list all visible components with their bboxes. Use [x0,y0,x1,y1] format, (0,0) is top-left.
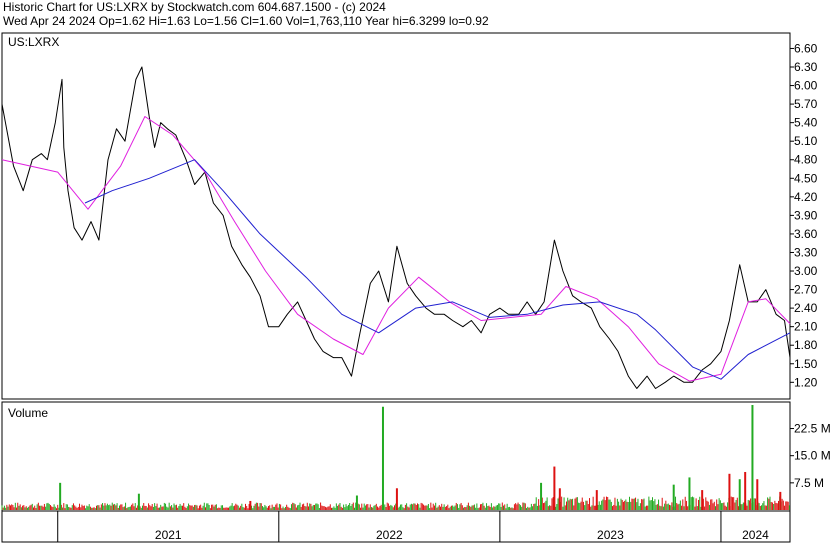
price-tick-label: 6.30 [794,60,818,74]
price-tick-label: 2.40 [794,301,818,315]
price-tick-label: 4.20 [794,190,818,204]
year-label: 2022 [376,528,403,542]
year-label: 2021 [155,528,182,542]
price-tick-label: 5.40 [794,116,818,130]
stock-chart: US:LXRX Volume 6.60 6.30 6.00 5.70 5.40 5.10 4… [1,32,830,543]
price-tick-label: 3.90 [794,208,818,222]
price-tick-label: 3.00 [794,264,818,278]
price-tick-label: 4.80 [794,153,818,167]
year-label: 2023 [597,528,624,542]
price-tick-label: 1.50 [794,357,818,371]
year-label: 2024 [742,528,769,542]
price-panel [1,32,791,400]
price-tick-label: 3.60 [794,227,818,241]
price-tick-label: 1.80 [794,338,818,352]
price-tick-label: 3.30 [794,245,818,259]
volume-title: Volume [8,406,48,420]
price-tick-label: 6.60 [794,41,818,55]
symbol-label: US:LXRX [8,35,59,49]
price-tick-label: 5.10 [794,134,818,148]
volume-tick-label: 7.5 M [794,476,824,490]
price-tick-label: 2.70 [794,283,818,297]
price-tick-label: 1.20 [794,375,818,389]
price-tick-label: 2.10 [794,320,818,334]
price-tick-label: 6.00 [794,79,818,93]
price-tick-label: 4.50 [794,171,818,185]
price-tick-label: 5.70 [794,97,818,111]
volume-tick-label: 15.0 M [794,449,830,463]
volume-tick-label: 22.5 M [794,422,830,436]
